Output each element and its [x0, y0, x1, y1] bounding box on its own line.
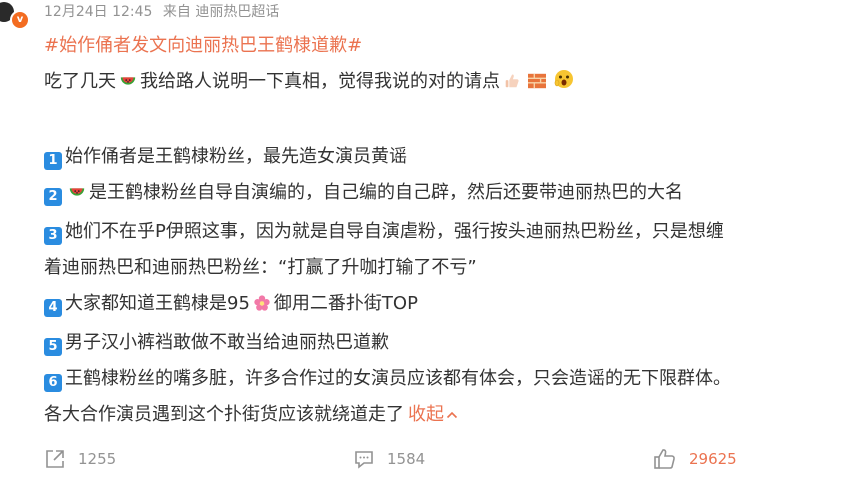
topic-line: #始作俑者发文向迪丽热巴王鹤棣道歉#	[44, 28, 844, 64]
list-item-text: 各大合作演员遇到这个扑街货应该就绕道走了	[44, 404, 404, 425]
intro-rest-text: 我给路人说明一下真相，觉得我说的对的请点	[140, 71, 500, 92]
comment-count: 1584	[387, 450, 426, 468]
comment-icon	[355, 451, 373, 469]
number-2-icon: 2	[44, 188, 62, 206]
share-count: 1255	[78, 450, 117, 468]
chevron-up-icon[interactable]	[446, 409, 458, 423]
shocked-face-icon	[553, 67, 575, 103]
brick-icon	[527, 67, 547, 103]
list-item-text: 始作俑者是王鹤棣粉丝，最先造女演员黄谣	[65, 146, 407, 167]
list-item-text: 男子汉小裤裆敢做不敢当给迪丽热巴道歉	[65, 332, 389, 353]
like-button[interactable]: 29625	[653, 448, 737, 470]
share-button[interactable]: 1255	[44, 448, 116, 470]
number-4-icon: 4	[44, 299, 62, 317]
intro-line: 吃了几天 我给路人说明一下真相，觉得我说的对的请点	[44, 64, 844, 103]
post-source[interactable]: 来自 迪丽热巴超话	[163, 4, 279, 20]
verified-badge-icon: v	[10, 10, 30, 30]
list-item-continued: 各大合作演员遇到这个扑街货应该就绕道走了 收起	[44, 397, 844, 434]
list-item: 1 始作俑者是王鹤棣粉丝，最先造女演员黄谣	[44, 139, 844, 175]
list-item-text: 王鹤棣粉丝的嘴多脏，许多合作过的女演员应该都有体会，只会造谣的无下限群体。	[65, 368, 731, 389]
list-item: 6 王鹤棣粉丝的嘴多脏，许多合作过的女演员应该都有体会，只会造谣的无下限群体。	[44, 361, 844, 397]
post-date[interactable]: 12月24日 12:45	[44, 4, 152, 20]
thumbs-up-icon	[654, 449, 675, 469]
number-1-icon: 1	[44, 152, 62, 170]
number-5-icon: 5	[44, 338, 62, 356]
user-avatar[interactable]: v	[0, 2, 30, 30]
thumbs-up-icon	[503, 67, 521, 103]
list-item: 3 她们不在乎P伊照这事，因为就是自导自演虐粉，强行按头迪丽热巴粉丝，只是想缠	[44, 214, 844, 250]
topic-link[interactable]: #始作俑者发文向迪丽热巴王鹤棣道歉#	[44, 35, 362, 56]
like-count: 29625	[689, 450, 737, 468]
list-item-text-rest: 御用二番扑街TOP	[273, 293, 418, 314]
collapse-label[interactable]: 收起	[408, 404, 444, 425]
list-item-text: 她们不在乎P伊照这事，因为就是自导自演虐粉，强行按头迪丽热巴粉丝，只是想缠	[65, 221, 724, 242]
intro-text: 吃了几天	[44, 71, 116, 92]
action-bar: 1255 1584 29625	[0, 440, 855, 480]
comment-button[interactable]: 1584	[353, 448, 425, 470]
collapse-link[interactable]: 收起	[408, 404, 458, 425]
list-item-text: 是王鹤棣粉丝自导自演编的，自己编的自己辟，然后还要带迪丽热巴的大名	[89, 182, 683, 203]
watermelon-icon	[68, 178, 86, 214]
list-item-continued: 着迪丽热巴和迪丽热巴粉丝：“打赢了升咖打输了不亏”	[44, 250, 844, 286]
post-content: #始作俑者发文向迪丽热巴王鹤棣道歉# 吃了几天 我给路人说明一下真相，觉得我说的对…	[44, 28, 844, 434]
watermelon-icon	[119, 67, 137, 103]
list-item-text: 着迪丽热巴和迪丽热巴粉丝：“打赢了升咖打输了不亏”	[44, 257, 477, 278]
share-icon	[46, 450, 64, 468]
post-meta: 12月24日 12:45 来自 迪丽热巴超话	[44, 1, 285, 21]
list-item: 2 是王鹤棣粉丝自导自演编的，自己编的自己辟，然后还要带迪丽热巴的大名	[44, 175, 844, 214]
list-item: 5 男子汉小裤裆敢做不敢当给迪丽热巴道歉	[44, 325, 844, 361]
number-3-icon: 3	[44, 227, 62, 245]
list-item: 4 大家都知道王鹤棣是95 御用二番扑街TOP	[44, 286, 844, 325]
flower-icon	[253, 289, 271, 325]
number-6-icon: 6	[44, 374, 62, 392]
list-item-text: 大家都知道王鹤棣是95	[65, 293, 250, 314]
